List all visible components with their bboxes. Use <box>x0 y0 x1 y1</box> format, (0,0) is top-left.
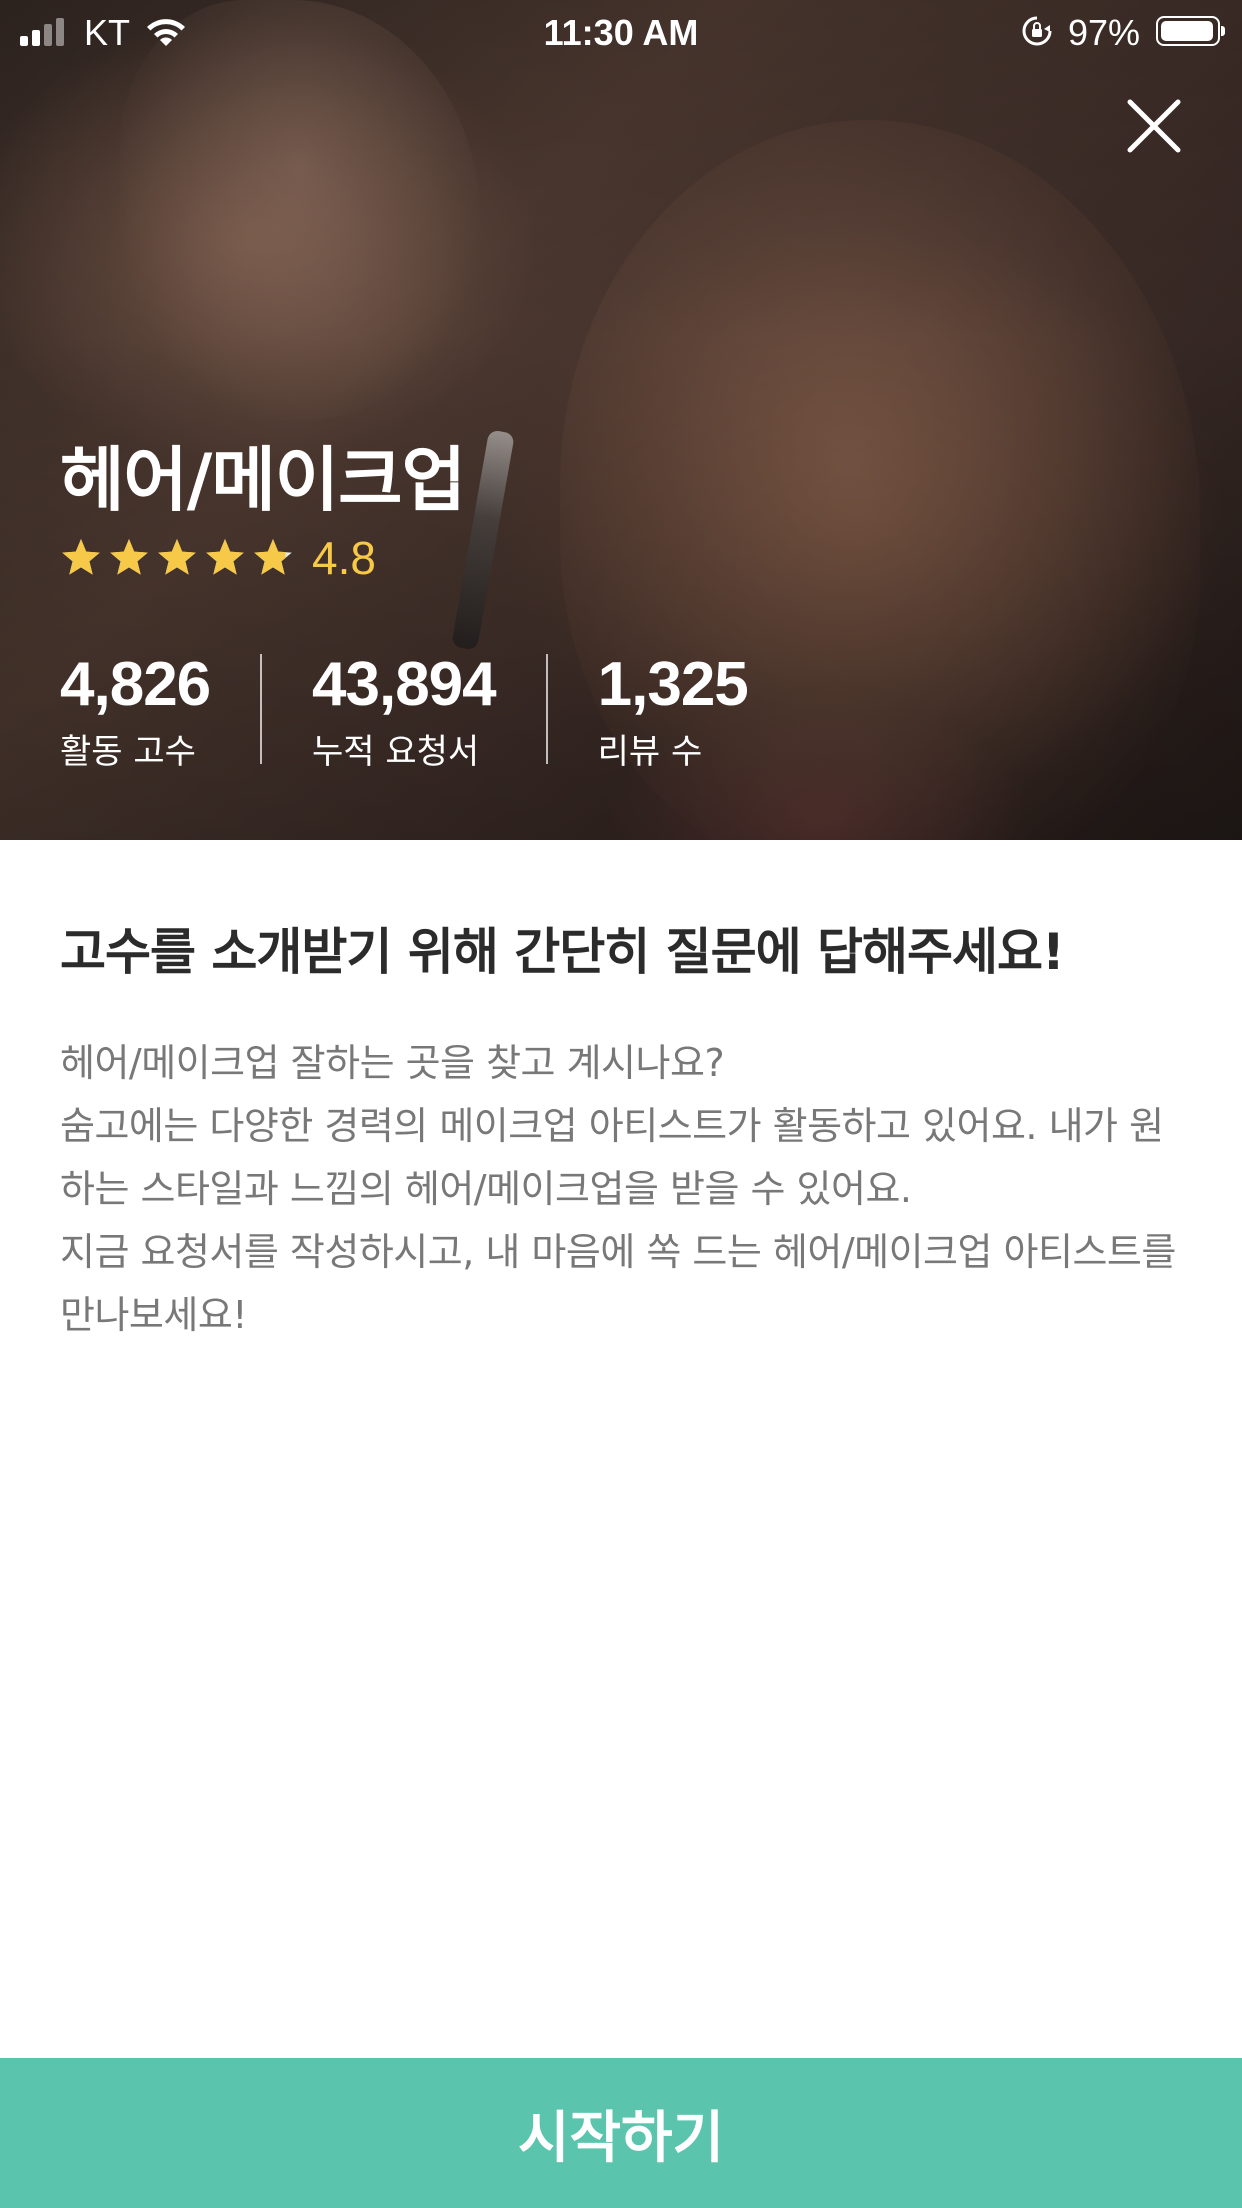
stat-active-pros: 4,826 활동 고수 <box>60 650 211 772</box>
stat-label: 활동 고수 <box>60 732 196 772</box>
stat-divider <box>260 654 262 764</box>
stat-value: 1,325 <box>597 650 749 719</box>
intro-description: 헤어/메이크업 잘하는 곳을 찾고 계시나요? 숨고에는 다양한 경력의 메이크… <box>60 1032 1182 1347</box>
description-line: 숨고에는 다양한 경력의 메이크업 아티스트가 활동하고 있어요. 내가 원하는… <box>60 1104 1164 1211</box>
intro-headline: 고수를 소개받기 위해 간단히 질문에 답해주세요! <box>60 923 1065 981</box>
status-bar: KT 11:30 AM 97% <box>0 0 1242 62</box>
start-button[interactable]: 시작하기 <box>0 2058 1242 2208</box>
category-title: 헤어/메이크업 <box>60 439 466 521</box>
stat-divider <box>545 654 548 764</box>
star-icon <box>254 539 292 575</box>
battery-level <box>1161 21 1213 41</box>
rotation-lock-icon <box>1022 16 1052 46</box>
stat-reviews: 1,325 리뷰 수 <box>597 650 749 772</box>
intro-content: 고수를 소개받기 위해 간단히 질문에 답해주세요! 헤어/메이크업 잘하는 곳… <box>60 840 1182 1347</box>
rating-row: 4.8 <box>60 530 376 586</box>
star-icon <box>158 539 196 575</box>
stat-value: 43,894 <box>312 650 497 719</box>
status-time: 11:30 AM <box>543 12 699 53</box>
battery-icon <box>1156 16 1225 46</box>
stats-row: 4,826 활동 고수 43,894 누적 요청서 1,325 리뷰 수 <box>60 650 749 772</box>
close-icon <box>1127 99 1181 153</box>
star-icon <box>62 539 100 575</box>
description-line: 지금 요청서를 작성하시고, 내 마음에 쏙 드는 헤어/메이크업 아티스트를 … <box>60 1230 1176 1337</box>
stat-value: 4,826 <box>60 650 211 719</box>
rating-value: 4.8 <box>312 532 376 584</box>
battery-percent: 97% <box>1068 12 1141 53</box>
star-icon <box>206 539 244 575</box>
star-icon <box>110 539 148 575</box>
stat-label: 누적 요청서 <box>312 732 480 772</box>
description-line: 헤어/메이크업 잘하는 곳을 찾고 계시나요? <box>60 1041 725 1085</box>
stat-label: 리뷰 수 <box>597 732 703 772</box>
rating-stars <box>60 537 294 579</box>
close-button[interactable] <box>1124 96 1184 156</box>
stat-total-requests: 43,894 누적 요청서 <box>312 650 497 772</box>
